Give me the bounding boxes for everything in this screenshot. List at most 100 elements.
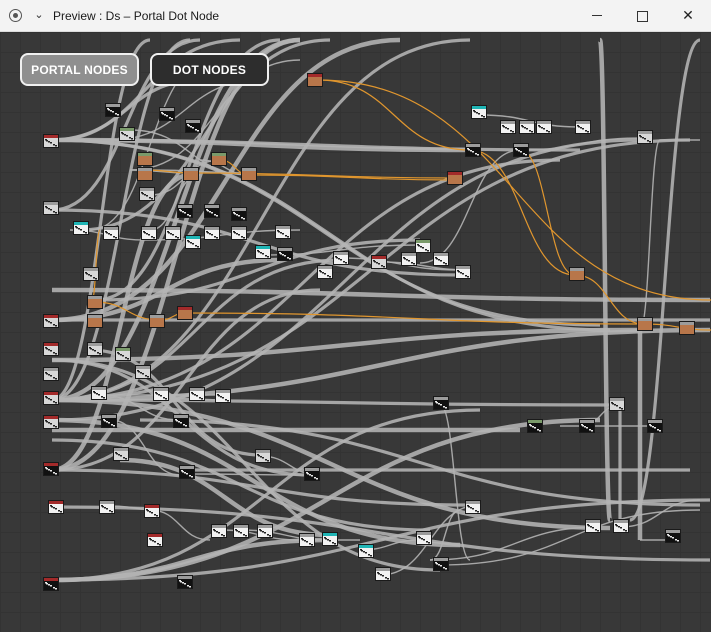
node-header[interactable]	[402, 253, 416, 256]
graph-node[interactable]	[185, 119, 201, 133]
graph-node[interactable]	[137, 167, 153, 181]
node-noise[interactable]	[543, 128, 545, 130]
graph-node[interactable]	[113, 447, 129, 461]
node-noise[interactable]	[108, 422, 110, 424]
node-noise[interactable]	[531, 131, 533, 133]
node-header[interactable]	[74, 222, 88, 225]
graph-node[interactable]	[177, 204, 193, 218]
graph-node[interactable]	[579, 419, 595, 433]
node-header[interactable]	[178, 205, 192, 208]
node-noise[interactable]	[675, 539, 677, 541]
node-header[interactable]	[44, 315, 58, 318]
node-noise[interactable]	[163, 397, 165, 399]
node-noise[interactable]	[50, 423, 52, 425]
graph-node[interactable]	[43, 577, 59, 591]
node-noise[interactable]	[170, 233, 172, 235]
node-noise[interactable]	[94, 350, 96, 352]
node-noise[interactable]	[218, 395, 220, 397]
node-noise[interactable]	[477, 511, 479, 513]
node-noise[interactable]	[216, 215, 218, 217]
node-header[interactable]	[472, 106, 486, 109]
node-noise[interactable]	[241, 236, 243, 238]
node-header[interactable]	[44, 392, 58, 395]
node-header[interactable]	[178, 307, 192, 310]
node-header[interactable]	[205, 227, 219, 230]
node-noise[interactable]	[192, 127, 194, 129]
node-noise[interactable]	[668, 535, 670, 537]
node-header[interactable]	[305, 468, 319, 471]
node-header[interactable]	[44, 368, 58, 371]
node-header[interactable]	[145, 505, 159, 508]
graph-node[interactable]	[447, 171, 463, 185]
node-noise[interactable]	[124, 134, 126, 136]
node-noise[interactable]	[243, 237, 245, 239]
node-header[interactable]	[234, 525, 248, 528]
node-header[interactable]	[359, 545, 373, 548]
node-noise[interactable]	[211, 234, 213, 236]
node-noise[interactable]	[413, 263, 415, 265]
node-noise[interactable]	[278, 231, 280, 233]
node-noise[interactable]	[55, 145, 57, 147]
graph-node[interactable]	[149, 314, 165, 328]
node-noise[interactable]	[311, 544, 313, 546]
graph-node[interactable]	[215, 389, 231, 403]
node-noise[interactable]	[53, 507, 55, 509]
node-noise[interactable]	[654, 427, 656, 429]
graph-node[interactable]	[173, 414, 189, 428]
node-noise[interactable]	[48, 469, 50, 471]
title-bar[interactable]: ⌄ Preview : Ds – Portal Dot Node ✕	[0, 0, 711, 32]
node-noise[interactable]	[110, 110, 112, 112]
node-noise[interactable]	[445, 568, 447, 570]
node-noise[interactable]	[142, 193, 144, 195]
node-header[interactable]	[376, 568, 390, 571]
node-noise[interactable]	[53, 472, 55, 474]
node-noise[interactable]	[458, 271, 460, 273]
node-noise[interactable]	[129, 137, 131, 139]
node-noise[interactable]	[140, 372, 142, 374]
node-noise[interactable]	[240, 532, 242, 534]
node-noise[interactable]	[580, 127, 582, 129]
node-noise[interactable]	[187, 214, 189, 216]
node-noise[interactable]	[144, 194, 146, 196]
node-header[interactable]	[323, 533, 337, 536]
node-header[interactable]	[614, 520, 628, 523]
node-noise[interactable]	[152, 540, 154, 542]
node-noise[interactable]	[225, 399, 227, 401]
node-noise[interactable]	[113, 236, 115, 238]
node-header[interactable]	[104, 227, 118, 230]
node-noise[interactable]	[462, 273, 464, 275]
node-noise[interactable]	[88, 274, 90, 276]
node-noise[interactable]	[58, 510, 60, 512]
node-noise[interactable]	[55, 508, 57, 510]
node-noise[interactable]	[614, 404, 616, 406]
node-noise[interactable]	[616, 525, 618, 527]
graph-node[interactable]	[465, 500, 481, 514]
node-noise[interactable]	[112, 111, 114, 113]
node-header[interactable]	[114, 448, 128, 451]
node-noise[interactable]	[196, 395, 198, 397]
node-noise[interactable]	[616, 405, 618, 407]
node-noise[interactable]	[657, 429, 659, 431]
node-noise[interactable]	[311, 475, 313, 477]
node-noise[interactable]	[146, 233, 148, 235]
graph-node[interactable]	[433, 252, 449, 266]
node-noise[interactable]	[260, 252, 262, 254]
node-noise[interactable]	[642, 137, 644, 139]
node-noise[interactable]	[329, 540, 331, 542]
node-noise[interactable]	[234, 232, 236, 234]
node-noise[interactable]	[104, 507, 106, 509]
node-noise[interactable]	[123, 457, 125, 459]
node-noise[interactable]	[138, 371, 140, 373]
node-header[interactable]	[148, 534, 162, 537]
node-noise[interactable]	[116, 453, 118, 455]
node-noise[interactable]	[189, 586, 191, 588]
node-noise[interactable]	[309, 543, 311, 545]
node-noise[interactable]	[476, 112, 478, 114]
graph-node[interactable]	[257, 524, 273, 538]
node-header[interactable]	[638, 131, 652, 134]
graph-node[interactable]	[233, 524, 249, 538]
node-header[interactable]	[136, 366, 150, 369]
node-noise[interactable]	[98, 394, 100, 396]
node-noise[interactable]	[282, 254, 284, 256]
graph-node[interactable]	[255, 449, 271, 463]
